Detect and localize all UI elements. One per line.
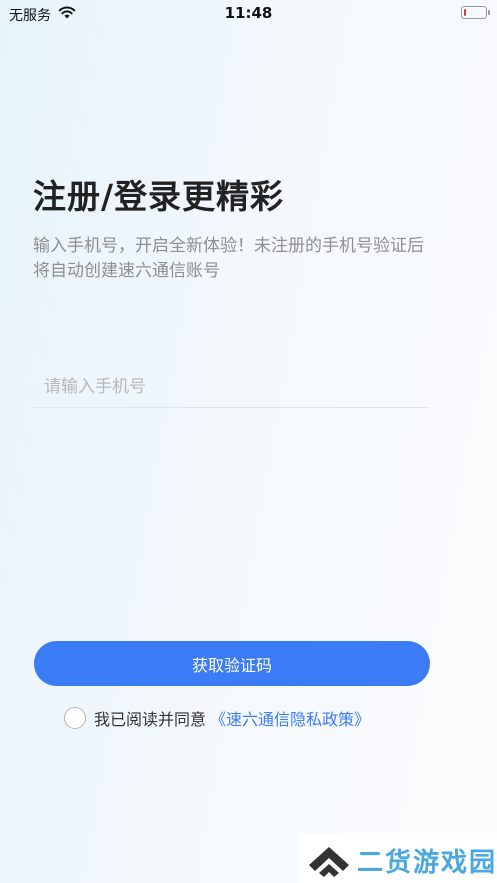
watermark-text: 二货游戏园 — [357, 848, 497, 878]
agreement-row: 我已阅读并同意 《速六通信隐私政策》 — [64, 706, 370, 730]
double-chevron-up-icon — [309, 847, 349, 877]
page-subtitle: 输入手机号，开启全新体验！未注册的手机号验证后将自动创建速六通信账号 — [33, 236, 424, 281]
page-title: 注册/登录更精彩 — [33, 177, 285, 216]
watermark: 二货游戏园 — [297, 833, 497, 883]
get-code-button[interactable]: 获取验证码 — [34, 641, 430, 686]
battery-level-fill — [464, 9, 466, 16]
phone-input[interactable] — [33, 366, 430, 408]
privacy-policy-link[interactable]: 《速六通信隐私政策》 — [210, 706, 370, 730]
status-bar: 无服务 11:48 — [0, 0, 497, 26]
agreement-text: 我已阅读并同意 — [94, 710, 207, 729]
clock: 11:48 — [224, 4, 273, 22]
battery-icon — [461, 6, 491, 19]
agree-checkbox[interactable] — [64, 707, 86, 729]
